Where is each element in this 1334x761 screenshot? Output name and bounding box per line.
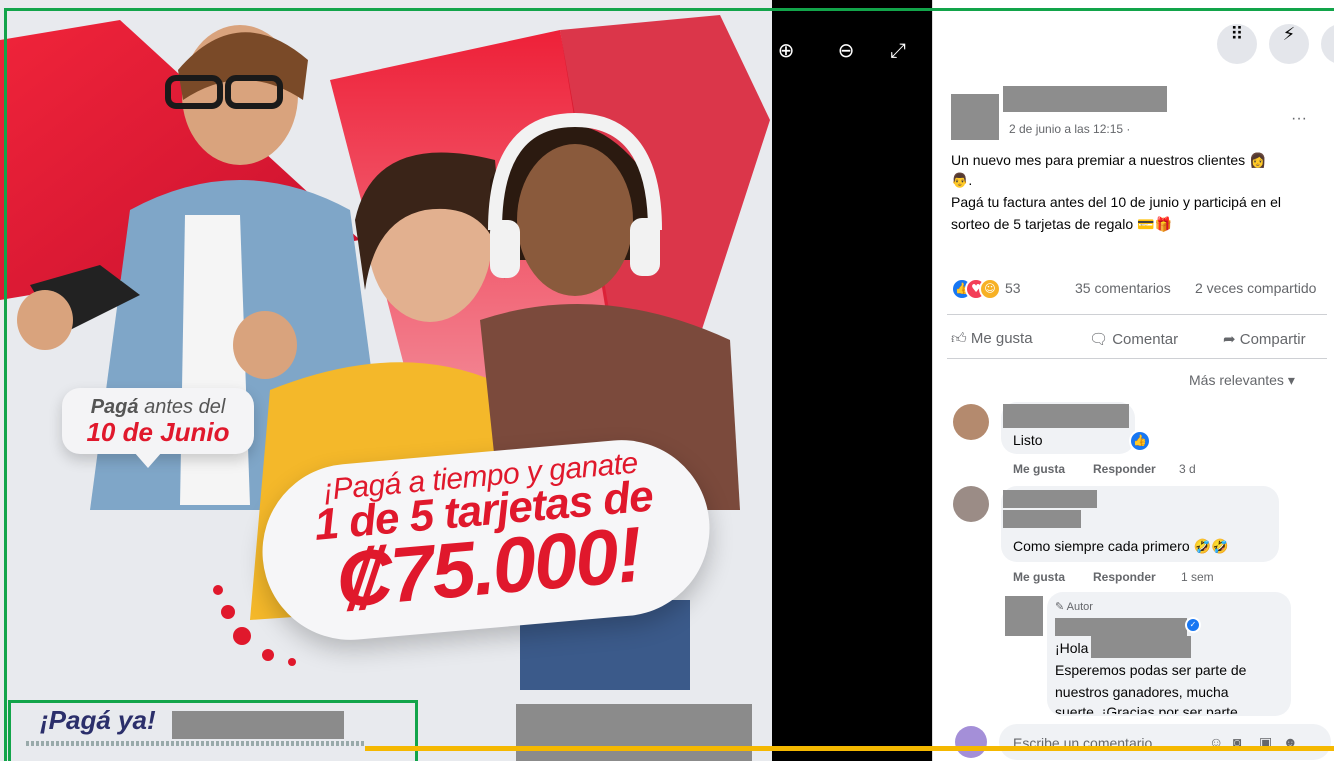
screenshot-stage: Pagá antes del 10 de Junio ¡Pagá a tiemp… [0, 0, 1334, 761]
annotation-box-outer [4, 8, 1334, 761]
annotation-underline [365, 746, 1334, 751]
annotation-box-footer [8, 700, 418, 761]
